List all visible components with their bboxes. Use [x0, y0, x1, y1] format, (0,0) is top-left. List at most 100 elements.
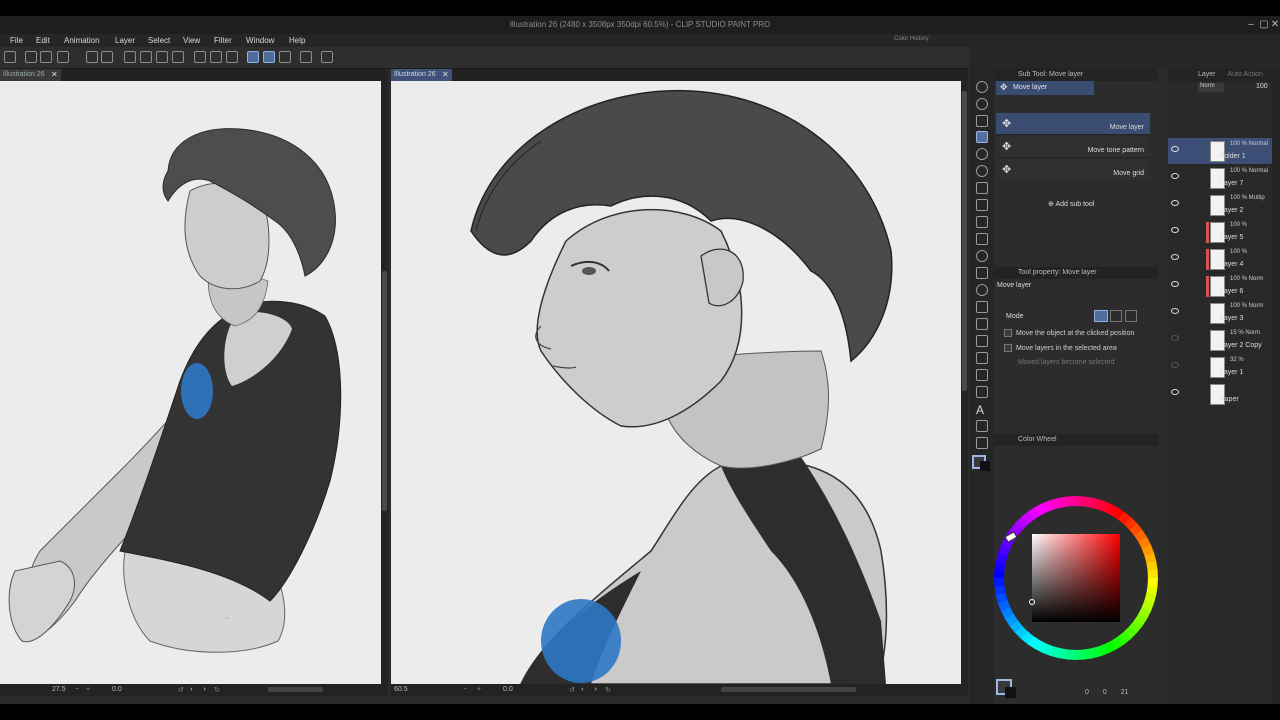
- blend-mode-select[interactable]: Norm: [1198, 83, 1224, 92]
- layer-panel-scrollbar[interactable]: [1272, 69, 1280, 704]
- opacity-value[interactable]: 100: [1256, 83, 1268, 90]
- transform-icon[interactable]: [172, 51, 184, 63]
- decoration-tool-icon[interactable]: [976, 301, 988, 313]
- auto-select-tool-icon[interactable]: [976, 165, 988, 177]
- layer-tab[interactable]: Layer: [1198, 71, 1216, 78]
- rotate-right-icon[interactable]: ↻: [605, 686, 611, 694]
- layer-row[interactable]: 100 % Normal Folder 1: [1168, 138, 1272, 165]
- tab-right-illustration[interactable]: Illustration 26 ✕: [391, 69, 452, 81]
- layer-row[interactable]: 100 % Multip Layer 2: [1168, 192, 1272, 219]
- eye-icon[interactable]: [1171, 308, 1179, 314]
- mode-layer-button[interactable]: [1094, 310, 1108, 322]
- layer-row[interactable]: 15 % Norm Layer 2 Copy: [1168, 327, 1272, 354]
- brush-tool-icon[interactable]: [976, 233, 988, 245]
- menu-filter[interactable]: Filter: [214, 36, 232, 45]
- airbrush-tool-icon[interactable]: [976, 250, 988, 262]
- right-angle-value[interactable]: 0.0: [503, 686, 513, 693]
- operation-tool-icon[interactable]: [976, 98, 988, 110]
- layer-row[interactable]: 100 % Normal Layer 7: [1168, 165, 1272, 192]
- add-subtool-button[interactable]: ⊕ Add sub tool: [1048, 200, 1094, 208]
- right-scroll-thumb[interactable]: [962, 91, 967, 391]
- right-vertical-scrollbar[interactable]: [961, 81, 968, 684]
- left-canvas[interactable]: ~: [0, 81, 381, 684]
- eye-icon[interactable]: [1171, 281, 1179, 287]
- checkbox[interactable]: [1004, 344, 1012, 352]
- subtool-move-grid[interactable]: ✥ Move grid: [996, 159, 1150, 181]
- snap-special-ruler-icon[interactable]: [263, 51, 275, 63]
- subtool-move-tone-pattern[interactable]: ✥ Move tone pattern: [996, 136, 1150, 158]
- menu-help[interactable]: Help: [289, 36, 305, 45]
- sub-color-swatch[interactable]: [980, 461, 990, 471]
- text-tool-icon[interactable]: A: [976, 403, 984, 417]
- device-icon[interactable]: [300, 51, 312, 63]
- menu-layer[interactable]: Layer: [115, 36, 135, 45]
- flip-icon[interactable]: ◐: [190, 686, 194, 693]
- zoom-tool-icon[interactable]: [976, 81, 988, 93]
- option-move-layers-selected[interactable]: Move layers in the selected area: [1004, 344, 1117, 352]
- rotate-reset-icon[interactable]: ↺: [569, 686, 575, 694]
- menu-select[interactable]: Select: [148, 36, 170, 45]
- option-move-object-clicked[interactable]: Move the object at the clicked position: [1004, 329, 1134, 337]
- snap-ruler-icon[interactable]: [247, 51, 259, 63]
- close-icon[interactable]: ✕: [1268, 18, 1280, 32]
- eye-icon[interactable]: [1171, 200, 1179, 206]
- checkbox[interactable]: [1004, 329, 1012, 337]
- hue-handle[interactable]: [1004, 531, 1018, 543]
- left-angle-value[interactable]: 0.0: [112, 686, 122, 693]
- select-tool-icon[interactable]: [976, 115, 988, 127]
- undo-icon[interactable]: [86, 51, 98, 63]
- save-icon[interactable]: [57, 51, 69, 63]
- auto-action-tab[interactable]: Auto Action: [1227, 71, 1262, 78]
- correct-line-tool-icon[interactable]: [976, 437, 988, 449]
- flip-vertical-icon[interactable]: ◑: [593, 686, 597, 693]
- color-history-tab[interactable]: Color History: [894, 36, 929, 42]
- menu-file[interactable]: File: [10, 36, 23, 45]
- zoom-out-icon[interactable]: −: [463, 686, 467, 693]
- sub-color-swatch-bottom[interactable]: [1005, 687, 1016, 698]
- flip-icon[interactable]: ◐: [581, 686, 585, 693]
- invert-selection-icon[interactable]: [210, 51, 222, 63]
- ruler-tool-icon[interactable]: [976, 386, 988, 398]
- eye-icon[interactable]: [1171, 173, 1179, 179]
- snap-grid-icon[interactable]: [279, 51, 291, 63]
- subtool-group-tab[interactable]: ✥ Move layer: [996, 81, 1094, 95]
- deselect-icon[interactable]: [194, 51, 206, 63]
- figure-tool-icon[interactable]: [976, 352, 988, 364]
- eye-icon[interactable]: [1171, 335, 1179, 341]
- gradient-tool-icon[interactable]: [976, 335, 988, 347]
- open-file-icon[interactable]: [40, 51, 52, 63]
- eye-icon[interactable]: [1171, 362, 1179, 368]
- layer-row[interactable]: 100 % Norm Layer 3: [1168, 300, 1272, 327]
- menu-window[interactable]: Window: [246, 36, 274, 45]
- layer-row[interactable]: 100 % Layer 4: [1168, 246, 1272, 273]
- selection-launcher-icon[interactable]: [226, 51, 238, 63]
- right-zoom-value[interactable]: 60.5: [394, 686, 408, 693]
- pencil-tool-icon[interactable]: [976, 216, 988, 228]
- eraser-tool-icon[interactable]: [976, 267, 988, 279]
- tone-icon[interactable]: [156, 51, 168, 63]
- eye-icon[interactable]: [1171, 254, 1179, 260]
- left-horizontal-scroll[interactable]: [268, 687, 323, 692]
- color-wheel[interactable]: [994, 494, 1158, 664]
- eye-icon[interactable]: [1171, 389, 1179, 395]
- minimize-icon[interactable]: –: [1244, 18, 1258, 32]
- balloon-tool-icon[interactable]: [976, 420, 988, 432]
- rotate-reset-icon[interactable]: ↺: [178, 686, 184, 694]
- menu-animation[interactable]: Animation: [64, 36, 100, 45]
- clear-icon[interactable]: [124, 51, 136, 63]
- subtool-move-layer[interactable]: ✥ Move layer: [996, 113, 1150, 135]
- app-menu-icon[interactable]: [4, 51, 16, 63]
- help-icon[interactable]: [321, 51, 333, 63]
- redo-icon[interactable]: [101, 51, 113, 63]
- blend-tool-icon[interactable]: [976, 284, 988, 296]
- lasso-tool-icon[interactable]: [976, 148, 988, 160]
- zoom-in-icon[interactable]: +: [477, 686, 481, 693]
- close-icon[interactable]: ✕: [51, 70, 58, 79]
- zoom-in-icon[interactable]: +: [86, 686, 90, 693]
- pen-tool-icon[interactable]: [976, 199, 988, 211]
- eye-icon[interactable]: [1171, 146, 1179, 152]
- left-zoom-value[interactable]: 27.5: [52, 686, 66, 693]
- right-canvas[interactable]: [391, 81, 961, 684]
- flip-vertical-icon[interactable]: ◑: [202, 686, 206, 693]
- eyedropper-tool-icon[interactable]: [976, 182, 988, 194]
